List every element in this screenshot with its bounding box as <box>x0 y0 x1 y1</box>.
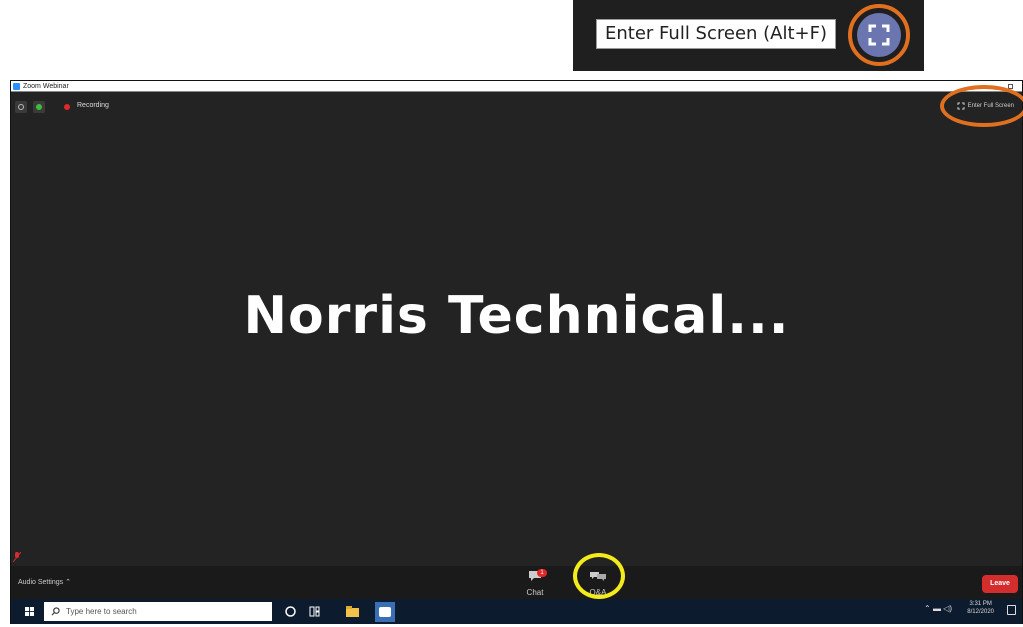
zoom-icon <box>379 607 391 617</box>
audio-settings-button[interactable]: Audio Settings ⌃ <box>18 578 71 586</box>
zoom-taskbar-icon[interactable] <box>375 602 395 622</box>
title-bar: Zoom Webinar <box>11 81 1022 92</box>
zoomed-callout: Enter Full Screen (Alt+F) <box>573 0 924 71</box>
highlight-ring <box>940 85 1023 127</box>
system-tray-icons[interactable]: ⌃ ▬ ◁) <box>924 604 952 613</box>
shield-icon[interactable] <box>33 101 45 113</box>
leave-button[interactable]: Leave <box>982 575 1018 593</box>
windows-start-icon[interactable] <box>25 607 34 616</box>
taskbar-search-input[interactable]: Type here to search <box>44 602 272 621</box>
windows-taskbar: Type here to search ⌃ ▬ ◁) 3:31 PM 8/12/… <box>11 599 1022 624</box>
meeting-controls: Audio Settings ⌃ 1 Chat Q&A Leave <box>11 566 1022 599</box>
recording-icon[interactable] <box>61 101 73 113</box>
qa-highlight-ring <box>573 553 625 599</box>
clock-time: 3:31 PM <box>969 601 992 607</box>
info-icon[interactable] <box>15 101 27 113</box>
taskbar-clock[interactable]: 3:31 PM 8/12/2020 <box>967 600 994 616</box>
task-view-icon[interactable] <box>307 604 322 619</box>
chat-button[interactable]: 1 Chat <box>517 569 553 597</box>
zoom-app-icon <box>13 83 20 90</box>
muted-mic-icon <box>13 552 21 562</box>
chat-badge: 1 <box>537 569 547 577</box>
audio-settings-label: Audio Settings <box>18 579 64 586</box>
search-icon <box>51 607 60 616</box>
window-title: Zoom Webinar <box>23 83 69 90</box>
fullscreen-tooltip: Enter Full Screen (Alt+F) <box>596 19 836 49</box>
chat-label: Chat <box>526 588 544 597</box>
file-explorer-icon[interactable] <box>345 604 360 619</box>
shared-content-text: Norris Technical... <box>243 286 790 346</box>
recording-label: Recording <box>77 102 109 109</box>
search-placeholder: Type here to search <box>66 607 137 616</box>
notification-icon[interactable] <box>1007 605 1016 615</box>
zoom-window: Zoom Webinar Recording Enter Full Screen… <box>10 80 1023 624</box>
cortana-icon[interactable] <box>283 604 298 619</box>
clock-date: 8/12/2020 <box>967 609 994 615</box>
highlight-ring <box>848 4 910 66</box>
